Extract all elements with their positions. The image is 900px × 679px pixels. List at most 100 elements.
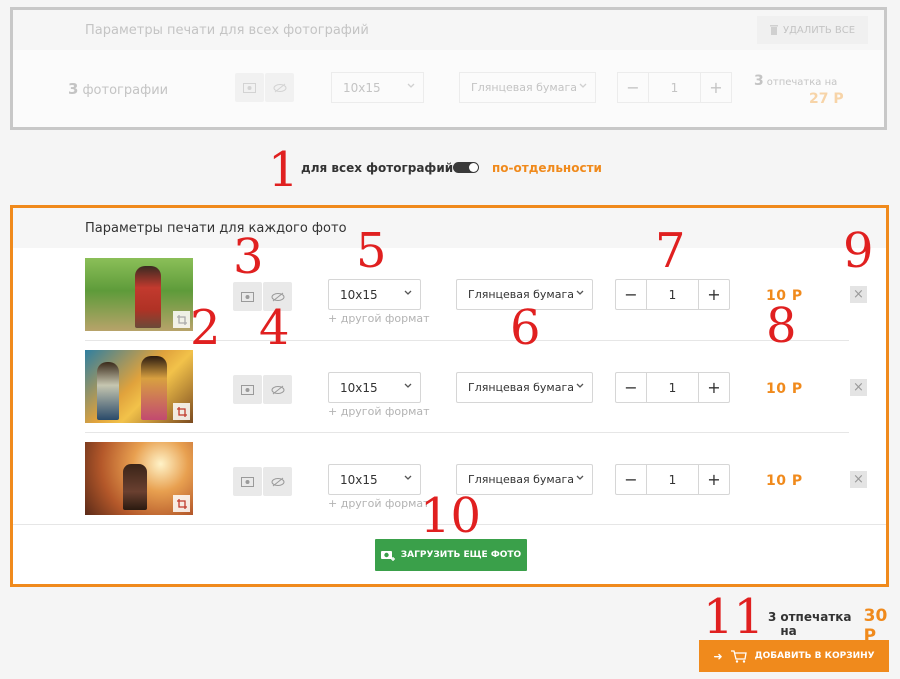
annotation-5: 5: [356, 223, 387, 279]
annotation-1: 1: [268, 142, 299, 198]
all-summary: 3 отпечатка на: [754, 73, 837, 89]
chevron-down-icon: [404, 475, 412, 480]
remove-photo-button[interactable]: ×: [850, 471, 867, 488]
photo-thumbnail[interactable]: [85, 258, 193, 331]
upload-more-label: ЗАГРУЗИТЬ ЕЩЕ ФОТО: [400, 550, 522, 560]
eye-off-icon: [271, 385, 284, 394]
per-photo-header: Параметры печати для каждого фото: [13, 208, 886, 248]
all-plus-button[interactable]: +: [700, 73, 731, 102]
all-quantity-value: 1: [670, 80, 679, 95]
chevron-down-icon: [404, 383, 412, 388]
mode-toggle-switch[interactable]: [453, 162, 479, 173]
photo-frame-icon: [241, 476, 254, 487]
remove-photo-button[interactable]: ×: [850, 286, 867, 303]
photo-figure: [123, 464, 147, 510]
all-frame-button[interactable]: [235, 73, 264, 102]
photo-figure: [135, 266, 161, 328]
paper-select[interactable]: Глянцевая бумага: [456, 372, 593, 403]
photo-frame-icon: [241, 384, 254, 395]
frame-button[interactable]: [233, 375, 262, 404]
annotation-3: 3: [233, 229, 264, 285]
photo-thumbnail[interactable]: [85, 442, 193, 515]
frame-button[interactable]: [233, 282, 262, 311]
crop-icon[interactable]: [173, 311, 190, 328]
format-value: 10х15: [340, 380, 378, 395]
hide-button[interactable]: [263, 375, 292, 404]
all-photos-settings-panel: Параметры печати для всех фотографий УДА…: [10, 7, 887, 130]
paper-value: Глянцевая бумага: [468, 381, 574, 394]
photo-row: 10х15 + другой формат Глянцевая бумага −…: [13, 248, 886, 340]
add-format-link[interactable]: + другой формат: [328, 312, 430, 325]
annotation-2: 2: [190, 300, 221, 356]
hide-button[interactable]: [263, 467, 292, 496]
all-summary-label: отпечатка на: [766, 77, 838, 88]
mode-individual-label[interactable]: по-отдельности: [492, 161, 602, 175]
photo-figure: [97, 362, 119, 420]
plus-button[interactable]: +: [698, 465, 729, 494]
photo-count-number: 3: [68, 80, 79, 98]
add-format-link[interactable]: + другой формат: [328, 497, 430, 510]
all-paper-select[interactable]: Глянцевая бумага: [459, 72, 596, 103]
delete-all-label: УДАЛИТЬ ВСЕ: [782, 24, 856, 36]
all-hide-button[interactable]: [265, 73, 294, 102]
format-select[interactable]: 10х15: [328, 279, 421, 310]
all-summary-price: 27 Р: [809, 91, 844, 107]
all-minus-button[interactable]: −: [618, 73, 649, 102]
quantity-value: 1: [668, 287, 677, 302]
annotation-8: 8: [766, 298, 797, 354]
quantity-stepper[interactable]: − 1 +: [615, 372, 730, 403]
chevron-down-icon: [576, 475, 584, 480]
annotation-10: 10: [420, 488, 482, 544]
chevron-down-icon: [579, 83, 587, 88]
close-icon: ×: [853, 472, 864, 487]
minus-button[interactable]: −: [616, 373, 647, 402]
annotation-4: 4: [259, 300, 290, 356]
add-format-link[interactable]: + другой формат: [328, 405, 430, 418]
photo-count-label: фотографии: [82, 83, 169, 98]
mode-all-label[interactable]: для всех фотографий: [301, 161, 453, 175]
crop-icon[interactable]: [173, 495, 190, 512]
delete-all-button[interactable]: УДАЛИТЬ ВСЕ: [757, 16, 868, 44]
all-photos-title: Параметры печати для всех фотографий: [85, 23, 369, 38]
all-quantity-stepper[interactable]: − 1 +: [617, 72, 732, 103]
minus-button[interactable]: −: [616, 280, 647, 309]
quantity-stepper[interactable]: − 1 +: [615, 279, 730, 310]
arrow-right-icon: ➜: [713, 649, 723, 663]
plus-button[interactable]: +: [698, 373, 729, 402]
frame-button[interactable]: [233, 467, 262, 496]
format-value: 10х15: [340, 472, 378, 487]
row-price: 10 Р: [766, 473, 803, 489]
toggle-knob: [469, 163, 478, 172]
photo-figure: [141, 356, 167, 420]
photo-count: 3 фотографии: [68, 80, 168, 98]
photo-frame-icon: [241, 291, 254, 302]
close-icon: ×: [853, 287, 864, 302]
crop-icon[interactable]: [173, 403, 190, 420]
chevron-down-icon: [576, 383, 584, 388]
trash-icon: [769, 25, 778, 35]
quantity-stepper[interactable]: − 1 +: [615, 464, 730, 495]
photo-thumbnail[interactable]: [85, 350, 193, 423]
annotation-9: 9: [843, 223, 874, 279]
all-format-value: 10х15: [343, 80, 381, 95]
format-select[interactable]: 10х15: [328, 464, 421, 495]
per-photo-title: Параметры печати для каждого фото: [85, 221, 347, 236]
quantity-value: 1: [668, 472, 677, 487]
photo-row: 10х15 + другой формат Глянцевая бумага −…: [13, 341, 886, 433]
annotation-6: 6: [510, 300, 541, 356]
all-paper-value: Глянцевая бумага: [471, 81, 577, 94]
remove-photo-button[interactable]: ×: [850, 379, 867, 396]
add-to-cart-label: ДОБАВИТЬ В КОРЗИНУ: [754, 651, 875, 661]
eye-off-icon: [273, 83, 286, 92]
minus-button[interactable]: −: [616, 465, 647, 494]
chevron-down-icon: [576, 290, 584, 295]
format-value: 10х15: [340, 287, 378, 302]
format-select[interactable]: 10х15: [328, 372, 421, 403]
all-format-select[interactable]: 10х15: [331, 72, 424, 103]
all-photos-header: Параметры печати для всех фотографий УДА…: [13, 10, 884, 50]
plus-button[interactable]: +: [698, 280, 729, 309]
order-count: 3: [768, 610, 777, 624]
quantity-value: 1: [668, 380, 677, 395]
close-icon: ×: [853, 380, 864, 395]
chevron-down-icon: [404, 290, 412, 295]
